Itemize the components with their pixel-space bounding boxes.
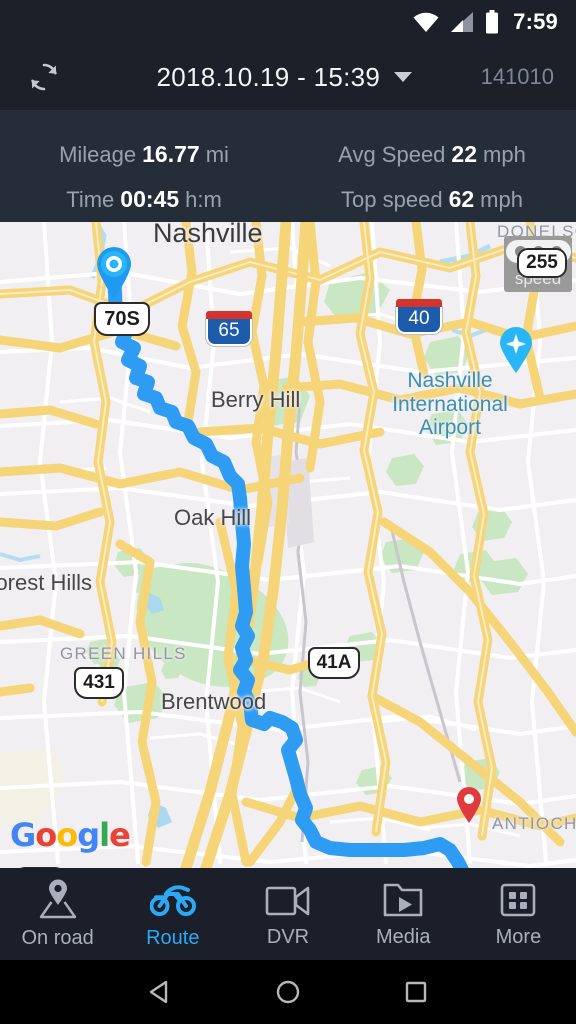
nav-label: DVR (266, 925, 310, 948)
nav-label: More (495, 925, 542, 948)
map-pin-icon (39, 879, 76, 918)
interstate-number: 40 (408, 308, 430, 329)
trip-stats-panel: Mileage 16.77 mi Avg Speed 22 mph Time 0… (0, 110, 576, 222)
bottom-navigation-bar: On road Route DVR Media More (0, 868, 576, 960)
google-letter-o1: o (35, 816, 57, 854)
google-letter-l: l (99, 816, 110, 854)
waterway (0, 552, 41, 563)
device-id: 141010 (480, 64, 554, 89)
app-header: 2018.10.19 - 15:39 141010 (0, 44, 576, 110)
status-bar-clock: 7:59 (513, 9, 558, 34)
video-camera-icon (265, 886, 310, 915)
session-selector[interactable]: 2018.10.19 - 15:39 (88, 62, 481, 93)
stat-mileage: Mileage 16.77 mi (0, 132, 288, 177)
grid-apps-icon (501, 883, 536, 916)
back-triangle-icon[interactable] (145, 977, 175, 1007)
route-shield-431: 431 (74, 667, 124, 699)
stat-unit: mph (480, 186, 523, 212)
route-map[interactable]: Nashville Berry Hill Oak Hill Forest Hil… (0, 222, 576, 868)
route-start-marker[interactable] (92, 244, 136, 300)
nav-item-media[interactable]: Media (346, 868, 461, 960)
home-circle-icon[interactable] (273, 977, 303, 1007)
stat-time: Time 00:45 h:m (0, 177, 288, 222)
stats-row-1: Mileage 16.77 mi Avg Speed 22 mph (0, 132, 576, 177)
stat-unit: mi (205, 141, 229, 167)
airport-pin-icon (500, 327, 532, 373)
wifi-icon (413, 12, 439, 32)
route-shield-255: 255 (517, 248, 567, 278)
cellular-signal-icon (451, 12, 474, 32)
route-end-marker[interactable] (455, 786, 483, 824)
stat-label: Mileage (59, 141, 137, 167)
map-canvas (0, 222, 576, 868)
stat-label: Time (66, 186, 115, 212)
stat-top-speed: Top speed 62 mph (288, 177, 576, 222)
nav-item-dvr[interactable]: DVR (230, 868, 345, 960)
route-shield-i40: 40 (396, 299, 442, 334)
stats-row-2: Time 00:45 h:m Top speed 62 mph (0, 177, 576, 222)
app-root: 7:59 2018.10.19 - 15:39 141010 Mileage 1… (0, 0, 576, 1024)
recents-square-icon[interactable] (401, 977, 431, 1007)
stat-avg-speed: Avg Speed 22 mph (288, 132, 576, 177)
google-letter-g2: g (77, 816, 100, 854)
stat-label: Avg Speed (338, 141, 446, 167)
stat-label: Top speed (341, 186, 443, 212)
chevron-down-icon (394, 72, 413, 82)
route-shield-70s: 70S (94, 302, 150, 336)
interstate-crown (396, 299, 442, 307)
stat-unit: mph (483, 141, 526, 167)
nav-label: Route (146, 926, 200, 949)
session-title: 2018.10.19 - 15:39 (156, 61, 381, 92)
interstate-number: 65 (218, 320, 240, 341)
android-navigation-bar (0, 960, 576, 1024)
refresh-button[interactable] (0, 44, 88, 110)
stat-value: 22 (451, 141, 478, 167)
stat-unit: h:m (185, 186, 222, 212)
nav-item-on-road[interactable]: On road (0, 868, 115, 960)
google-attribution: Google (10, 816, 131, 854)
google-letter-e: e (109, 816, 131, 854)
stat-value: 16.77 (142, 141, 200, 167)
motorcycle-icon (149, 884, 196, 916)
route-shield-41a: 41A (308, 647, 360, 679)
refresh-icon (31, 63, 57, 91)
nav-label: On road (21, 926, 94, 949)
nav-label: Media (375, 925, 431, 948)
folder-play-icon (383, 883, 423, 916)
route-shield-i65: 65 (206, 311, 252, 346)
nav-item-more[interactable]: More (461, 868, 576, 960)
stat-value: 62 (448, 186, 475, 212)
google-letter-o2: o (56, 816, 78, 854)
interstate-crown (206, 311, 252, 319)
stat-value: 00:45 (120, 186, 180, 212)
battery-icon (486, 10, 499, 34)
nav-item-route[interactable]: Route (115, 868, 230, 960)
android-status-bar: 7:59 (0, 0, 576, 44)
google-letter-g: G (10, 816, 36, 854)
